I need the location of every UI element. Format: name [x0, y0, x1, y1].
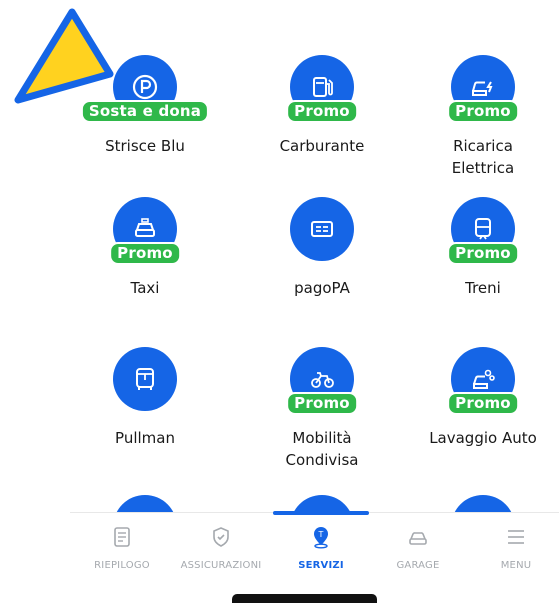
- payment-card-icon: [311, 221, 333, 237]
- service-icon-circle: [290, 197, 354, 261]
- tab-menu[interactable]: MENU: [468, 513, 559, 583]
- bus-icon: [136, 368, 154, 390]
- service-icon-circle: [113, 347, 177, 411]
- train-icon: [475, 218, 491, 240]
- hamburger-menu-icon: [508, 530, 524, 544]
- promo-badge: Promo: [447, 392, 519, 415]
- taxi-icon: [135, 218, 155, 237]
- service-label: pagoPA: [294, 279, 350, 297]
- tab-label: MENU: [500, 560, 532, 571]
- car-icon: [409, 532, 427, 545]
- svg-text:T: T: [318, 530, 324, 539]
- tab-label: GARAGE: [396, 560, 440, 571]
- service-label: Lavaggio Auto: [429, 429, 537, 447]
- bike-sharing-icon: [311, 372, 334, 388]
- service-label: Treni: [465, 279, 501, 297]
- tab-garage[interactable]: GARAGE: [370, 513, 466, 583]
- document-icon: [114, 527, 130, 547]
- promo-badge: Promo: [447, 242, 519, 265]
- location-pin-icon: T: [314, 527, 328, 549]
- ev-charging-icon: [472, 81, 493, 96]
- tab-assicurazioni[interactable]: ASSICURAZIONI: [173, 513, 269, 583]
- service-label: Ricarica Elettrica: [451, 137, 515, 177]
- tab-label: RIEPILOGO: [94, 560, 150, 571]
- service-label: Taxi: [130, 279, 160, 297]
- fuel-pump-icon: [313, 77, 333, 97]
- bottom-tab-bar: RIEPILOGO ASSICURAZIONI T SERVIZI GARAGE…: [70, 511, 559, 583]
- car-wash-icon: [473, 369, 495, 389]
- warning-triangle-icon: [14, 8, 114, 104]
- promo-badge: Promo: [286, 392, 358, 415]
- service-label: Pullman: [115, 429, 175, 447]
- tab-label: ASSICURAZIONI: [180, 560, 262, 571]
- promo-badge: Promo: [447, 100, 519, 123]
- shield-check-icon: [213, 527, 229, 547]
- service-label: Mobilità Condivisa: [285, 429, 359, 469]
- home-indicator: [232, 594, 377, 603]
- tab-servizi[interactable]: T SERVIZI: [273, 513, 369, 583]
- service-label: Strisce Blu: [105, 137, 185, 155]
- tab-riepilogo[interactable]: RIEPILOGO: [74, 513, 170, 583]
- parking-icon: [132, 74, 158, 100]
- tab-label: SERVIZI: [298, 560, 344, 571]
- promo-badge: Promo: [286, 100, 358, 123]
- service-label: Carburante: [279, 137, 365, 155]
- promo-badge: Promo: [109, 242, 181, 265]
